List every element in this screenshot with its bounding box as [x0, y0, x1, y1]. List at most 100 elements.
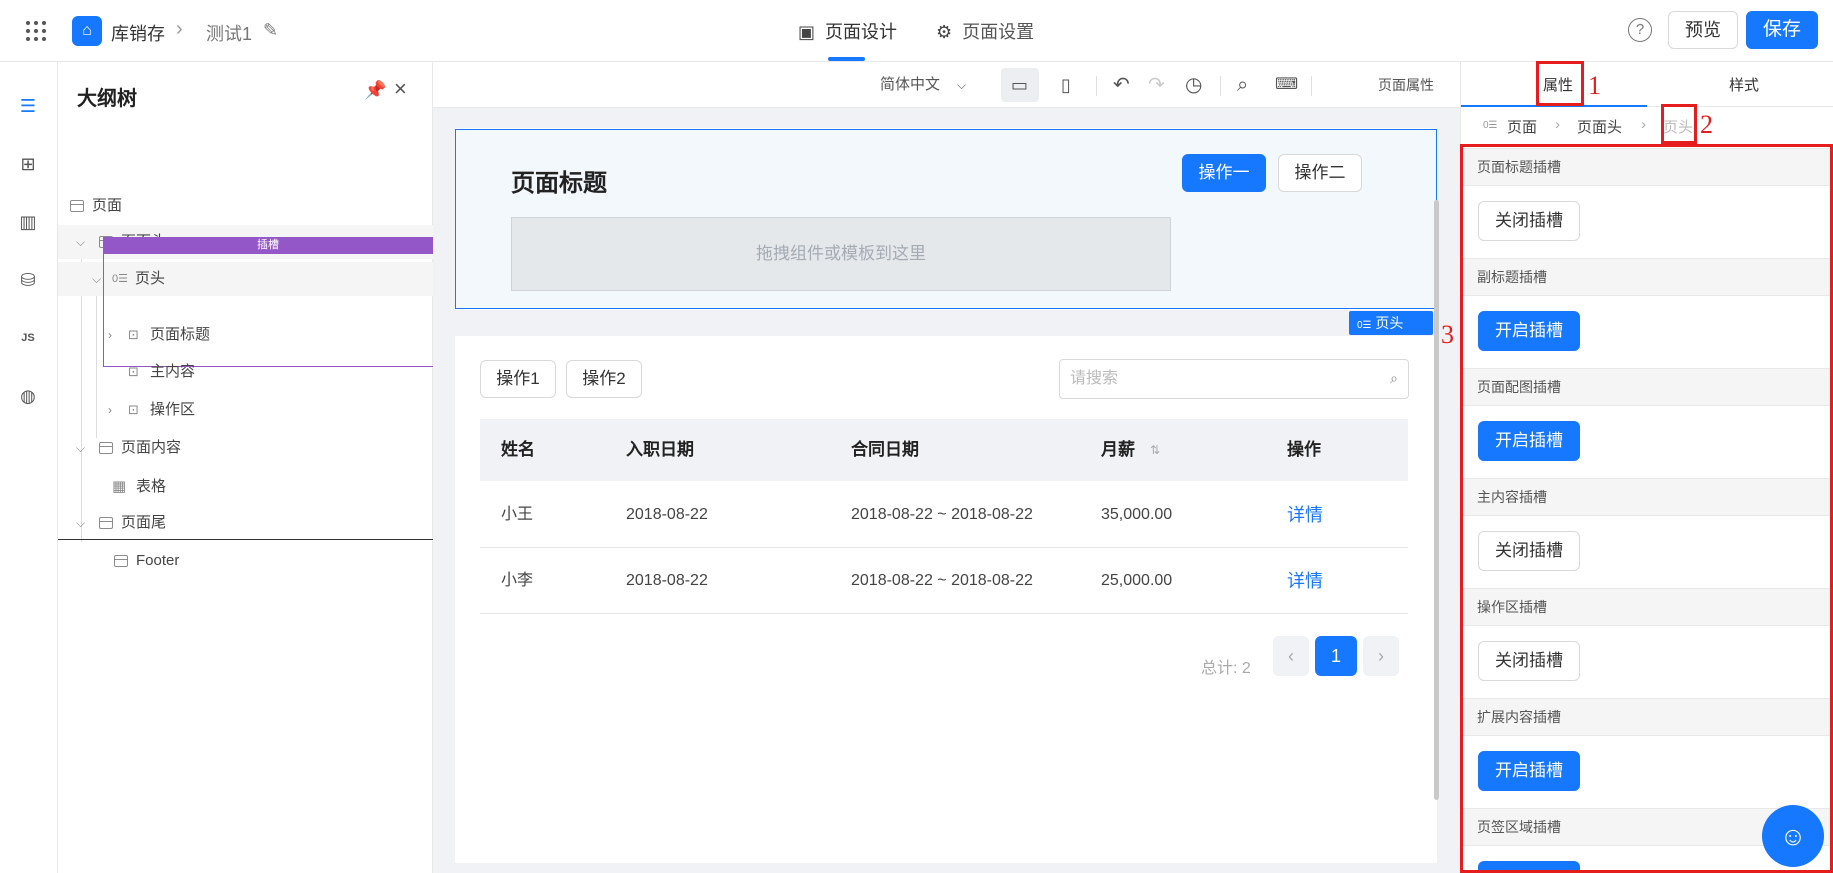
table-cell: 2018-08-22: [626, 506, 708, 523]
chevron-right-icon[interactable]: ›: [108, 393, 112, 427]
page-name[interactable]: 测试1: [206, 20, 252, 46]
components-icon[interactable]: ⊞: [14, 150, 42, 178]
close-icon[interactable]: ×: [394, 76, 407, 102]
action-two-button[interactable]: 操作二: [1278, 154, 1362, 192]
chevron-down-icon[interactable]: ⌵: [957, 62, 966, 108]
tree-node-table[interactable]: ▦ 表格: [58, 470, 433, 504]
chevron-right-icon[interactable]: ›: [108, 318, 112, 352]
globe-icon[interactable]: ◍: [14, 382, 42, 410]
annotation-box-1: [1536, 61, 1584, 106]
tree-node-label: 页面内容: [121, 439, 182, 456]
tree-node-page-title[interactable]: › ⊡ 页面标题: [58, 318, 433, 352]
column-header: 入职日期: [626, 440, 694, 459]
pin-icon[interactable]: 📌: [364, 80, 386, 101]
annotation-number-3: 3: [1441, 320, 1454, 349]
desktop-icon[interactable]: ▭: [1011, 62, 1028, 108]
chevron-down-icon[interactable]: ⌵: [76, 506, 85, 540]
annotation-box-3: [1460, 144, 1833, 873]
op2-button[interactable]: 操作2: [566, 360, 642, 398]
pagination-total: 总计: 2: [1201, 660, 1251, 677]
outline-tree-icon[interactable]: ☰: [14, 92, 42, 120]
help-icon[interactable]: ?: [1628, 18, 1652, 42]
layout-panels-icon[interactable]: ▥: [14, 208, 42, 236]
tab-page-design[interactable]: ▣ 页面设计: [798, 18, 897, 44]
chevron-down-icon[interactable]: ⌵: [76, 225, 85, 259]
table-cell: 25,000.00: [1101, 572, 1173, 589]
action-one-button[interactable]: 操作一: [1182, 154, 1266, 192]
selection-tag-label: 页头: [1375, 315, 1404, 331]
tree-node-page-footer[interactable]: ⌵ 页面尾: [58, 506, 433, 540]
chevron-down-icon[interactable]: ⌵: [92, 262, 101, 296]
preview-button[interactable]: 预览: [1668, 11, 1738, 49]
sort-icon[interactable]: ⇅: [1150, 419, 1160, 481]
outline-title: 大纲树: [77, 88, 137, 110]
tree-node-page[interactable]: 页面: [58, 189, 433, 223]
column-header-sortable[interactable]: 月薪: [1101, 419, 1135, 481]
current-page-button[interactable]: 1: [1315, 636, 1357, 676]
drop-zone[interactable]: 拖拽组件或模板到这里: [511, 217, 1171, 291]
undo-icon[interactable]: ↶: [1113, 62, 1130, 108]
toolbar-divider: [1311, 76, 1312, 96]
tree-node-label: 主内容: [150, 363, 196, 380]
page-header-selected[interactable]: 页面标题 操作一 操作二 拖拽组件或模板到这里: [455, 129, 1437, 309]
search-icon[interactable]: ⌕: [1237, 62, 1248, 108]
section-gap: [455, 310, 1437, 336]
tab-page-settings[interactable]: ⚙ 页面设置: [936, 18, 1034, 44]
component-icon: ⊡: [128, 327, 139, 342]
search-input[interactable]: [1070, 360, 1370, 398]
table-header: 姓名 入职日期 合同日期 月薪 ⇅ 操作: [480, 419, 1408, 481]
details-link[interactable]: 详情: [1287, 482, 1323, 548]
outline-panel: 大纲树 📌 × 页面 ⌵ 页面头 ◉ ⌵ 0☰ 页头 插槽 › ⊡ 页面标题 ⊡…: [58, 62, 433, 873]
save-button[interactable]: 保存: [1746, 11, 1818, 49]
tree-node-main-content[interactable]: ⊡ 主内容: [58, 355, 433, 389]
slot-bar: 插槽: [103, 237, 433, 254]
js-icon[interactable]: JS: [14, 324, 42, 352]
active-tab-indicator: [828, 57, 865, 61]
op1-button[interactable]: 操作1: [480, 360, 556, 398]
search-icon[interactable]: ⌕: [1390, 370, 1398, 387]
top-bar: ⌂ 库销存 › 测试1 ✎ ▣ 页面设计 ⚙ 页面设置 ? 预览 保存: [0, 0, 1833, 62]
tree-node-footer[interactable]: Footer: [58, 544, 433, 578]
tree-node-label: 操作区: [150, 401, 196, 418]
tree-node-label: 表格: [136, 478, 167, 495]
page-title: 页面标题: [511, 170, 607, 197]
keyboard-icon[interactable]: ⌨: [1275, 62, 1298, 108]
table-cell: 35,000.00: [1101, 506, 1173, 523]
table-row: 小王 2018-08-22 2018-08-22 ~ 2018-08-22 35…: [480, 482, 1408, 548]
breadcrumb-item[interactable]: 页面头: [1577, 116, 1622, 137]
history-icon[interactable]: ◷: [1185, 62, 1202, 108]
canvas-scrollbar[interactable]: [1434, 200, 1439, 800]
tree-node-action-area[interactable]: › ⊡ 操作区: [58, 393, 433, 427]
tree-node-page-content[interactable]: ⌵ 页面内容: [58, 431, 433, 465]
breadcrumb-item[interactable]: 页面: [1507, 116, 1537, 137]
prev-page-button[interactable]: ‹: [1273, 636, 1309, 676]
tree-node-label: 页面标题: [150, 326, 211, 343]
language-select[interactable]: 简体中文: [880, 62, 940, 108]
search-box[interactable]: ⌕: [1059, 359, 1409, 399]
tree-node-label: Footer: [136, 552, 180, 569]
details-link[interactable]: 详情: [1287, 548, 1323, 614]
column-header: 操作: [1287, 440, 1321, 459]
canvas-toolbar: 简体中文 ⌵ ▭ ▯ ↶ ↷ ◷ ⌕ ⌨ 页面属性: [433, 62, 1460, 108]
table-cell: 2018-08-22 ~ 2018-08-22: [851, 506, 1033, 523]
tab-style[interactable]: 样式: [1729, 74, 1759, 95]
mobile-icon[interactable]: ▯: [1061, 62, 1071, 108]
chevron-right-icon: ›: [1555, 116, 1560, 133]
chevron-down-icon[interactable]: ⌵: [76, 431, 85, 465]
breadcrumb-separator: ›: [176, 18, 183, 40]
redo-icon[interactable]: ↷: [1148, 62, 1165, 108]
component-icon: ⊡: [128, 402, 139, 417]
app-name[interactable]: 库销存: [111, 20, 165, 46]
edit-icon[interactable]: ✎: [263, 20, 278, 41]
table-cell: 小王: [501, 506, 534, 523]
selection-tag: 0☰ 页头: [1349, 311, 1433, 335]
support-chat-icon[interactable]: ☺: [1762, 805, 1824, 867]
page-properties-button[interactable]: 页面属性: [1378, 62, 1434, 108]
datasource-icon[interactable]: ⛁: [14, 266, 42, 294]
page-head-icon: 0☰: [1483, 120, 1498, 131]
next-page-button[interactable]: ›: [1363, 636, 1399, 676]
app-logo-icon: ⌂: [72, 16, 102, 46]
column-header: 姓名: [501, 440, 535, 459]
toolbar-divider: [1096, 76, 1097, 96]
app-grid-icon[interactable]: [24, 19, 48, 43]
